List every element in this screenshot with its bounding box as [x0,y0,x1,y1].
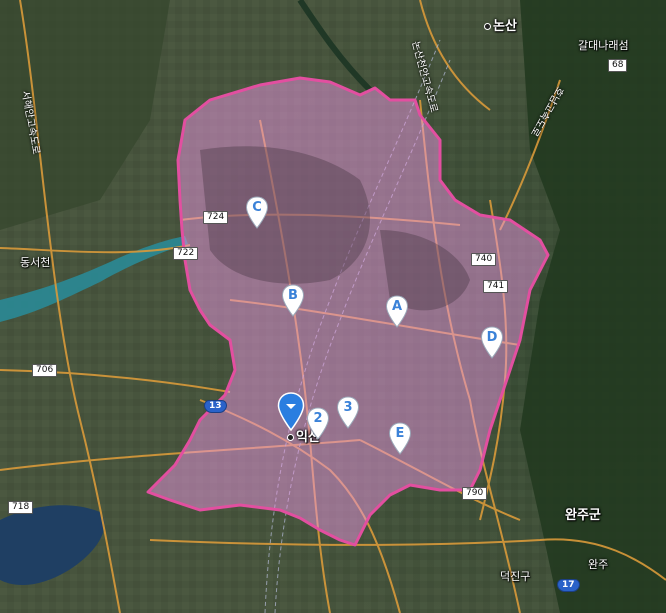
location-pin-icon [277,392,305,432]
center-location-marker[interactable] [277,392,305,432]
place-label-deokjin: 덕진구 [500,570,531,583]
marker-label: A [391,299,403,314]
place-label-dongseo: 동서천 [20,256,51,269]
road-shield-740: 740 [471,253,497,266]
map-marker-2[interactable]: 2 [306,407,330,441]
marker-label: 2 [313,411,323,426]
place-dot-icon [484,23,491,30]
map-marker-d[interactable]: D [480,326,504,360]
place-dot-icon [287,434,294,441]
map-marker-b[interactable]: B [281,284,305,318]
map-marker-c[interactable]: C [245,196,269,230]
road-shield-706: 706 [32,364,58,377]
road-shield-722: 722 [173,247,199,260]
road-shield-13: 13 [204,400,227,413]
road-shield-718: 718 [8,501,34,514]
place-label-wanju: 완주군 [565,508,601,523]
road-shield-741: 741 [483,280,509,293]
marker-label: B [288,288,298,303]
marker-label: D [486,330,498,345]
road-shield-724: 724 [203,211,229,224]
marker-label: C [252,200,262,215]
marker-label: E [395,426,405,441]
satellite-map[interactable]: 논산 갈대나래섬 동서천 익산 완주군 완주 덕진구 논산천안고속도로 서해안고… [0,0,666,613]
map-marker-e[interactable]: E [388,422,412,456]
road-shield-17: 17 [557,579,580,592]
place-label-galdae: 갈대나래섬 [578,39,629,52]
map-marker-3[interactable]: 3 [336,396,360,430]
road-shield-790: 790 [462,487,488,500]
map-marker-a[interactable]: A [385,295,409,329]
road-shield-68: 68 [608,59,628,72]
marker-label: 3 [343,400,353,415]
place-label-nonsan: 논산 [484,19,517,34]
place-label-wanju2: 완주 [588,558,609,571]
